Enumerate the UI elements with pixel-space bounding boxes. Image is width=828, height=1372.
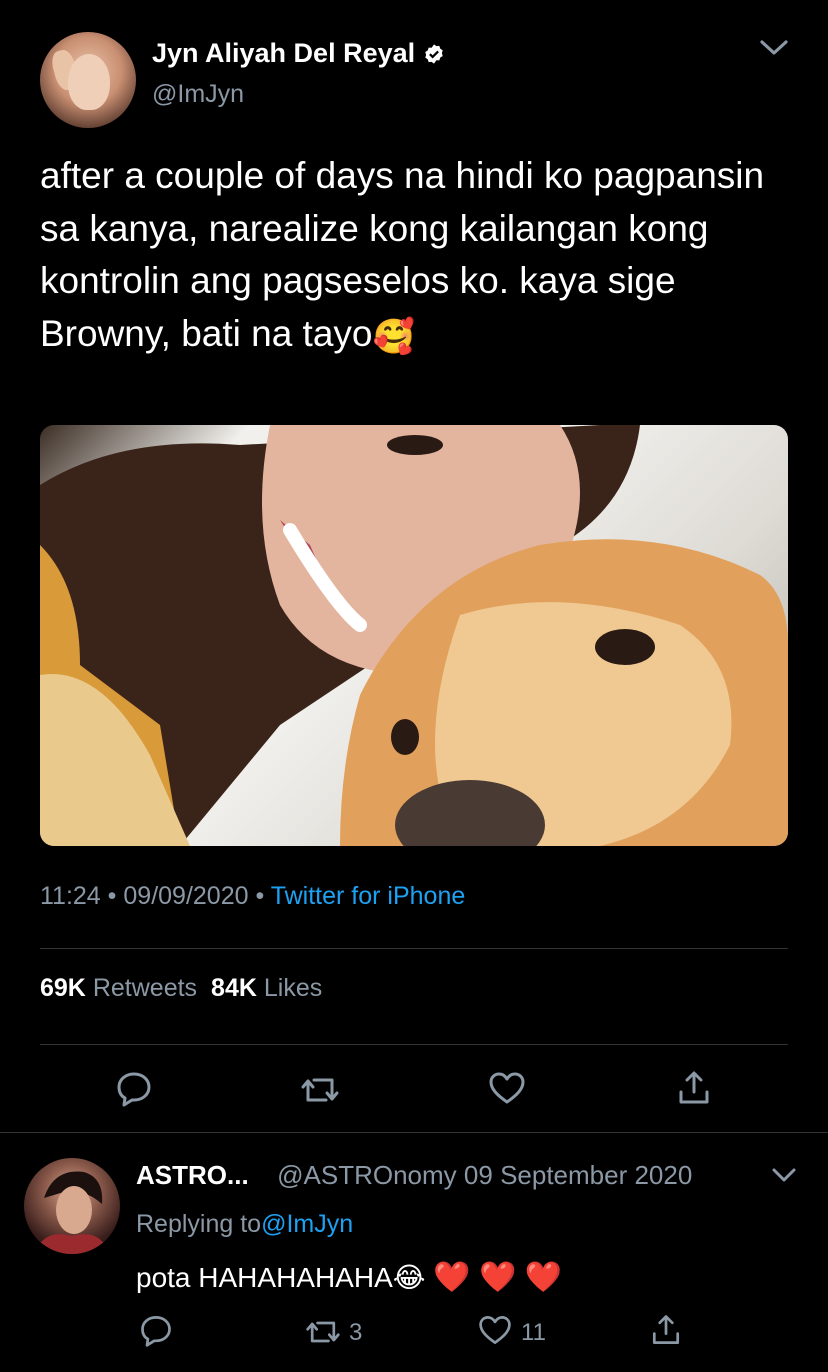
replying-to-label: Replying to [136, 1210, 262, 1238]
separator-dot: • [107, 882, 117, 910]
retweets-stat[interactable]: 69K Retweets [40, 974, 197, 1003]
reply-author-name[interactable]: ASTRO... [136, 1160, 249, 1190]
tweet-date: 09/09/2020 [123, 882, 249, 910]
share-icon[interactable] [648, 1312, 684, 1348]
reply-author-avatar[interactable] [24, 1158, 120, 1254]
separator-dot: • [255, 882, 265, 910]
retweets-label: Retweets [92, 974, 198, 1002]
tweet-source-link[interactable]: Twitter for iPhone [271, 882, 466, 910]
likes-label: Likes [263, 974, 323, 1002]
tweet-time: 11:24 [40, 882, 101, 910]
reply-retweet-count: 3 [349, 1319, 363, 1346]
tweet-timestamp: 11:24 • 09/09/2020 • Twitter for iPhone [40, 882, 465, 911]
share-icon[interactable] [674, 1068, 714, 1108]
verified-badge-icon [425, 43, 443, 64]
tweet-photo[interactable] [40, 425, 788, 846]
heart-emojis: ❤️ ❤️ ❤️ [433, 1261, 562, 1294]
divider [40, 1044, 788, 1045]
laughing-emoji: 😂 [392, 1262, 426, 1293]
tweet-text: after a couple of days na hindi ko pagpa… [40, 150, 790, 360]
retweet-icon[interactable] [300, 1070, 340, 1110]
chevron-down-icon[interactable] [756, 34, 792, 62]
likes-count: 84K [211, 974, 257, 1002]
reply-like-count: 11 [521, 1319, 546, 1346]
tweet-stats: 69K Retweets 84K Likes [40, 974, 322, 1003]
author-name[interactable]: Jyn Aliyah Del Reyal [152, 38, 415, 69]
replying-to-handle[interactable]: @ImJyn [261, 1210, 353, 1238]
photo-illustration [40, 425, 788, 846]
author-handle[interactable]: @ImJyn [152, 80, 244, 109]
likes-stat[interactable]: 84K Likes [211, 974, 322, 1003]
smiling-face-hearts-emoji: 🥰 [372, 317, 415, 356]
heart-icon[interactable] [487, 1068, 527, 1108]
reply-author-handle[interactable]: @ASTROnomy [277, 1160, 457, 1190]
reply-icon[interactable] [138, 1312, 174, 1348]
heart-icon[interactable] [477, 1312, 513, 1348]
reply-text: pota HAHAHAHAHA😂 ❤️ ❤️ ❤️ [136, 1260, 562, 1295]
divider [40, 948, 788, 949]
author-name-row[interactable]: Jyn Aliyah Del Reyal [152, 38, 445, 69]
divider [0, 1132, 828, 1133]
replying-to: Replying to@ImJyn [136, 1210, 353, 1239]
reply-header: ASTRO... @ASTROnomy 09 September 2020 [136, 1160, 692, 1191]
retweets-count: 69K [40, 974, 86, 1002]
reply-icon[interactable] [114, 1068, 154, 1108]
chevron-down-icon[interactable] [770, 1164, 798, 1188]
reply-date: 09 September 2020 [463, 1160, 693, 1190]
reply-body: pota HAHAHAHAHA [136, 1262, 393, 1293]
author-avatar[interactable] [40, 32, 136, 128]
retweet-icon[interactable] [305, 1314, 341, 1350]
